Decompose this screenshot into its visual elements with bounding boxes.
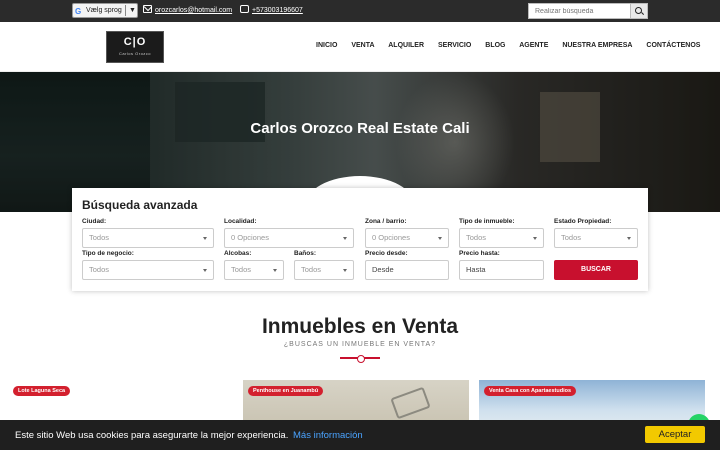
- accept-cookies-button[interactable]: Aceptar: [645, 426, 705, 443]
- site-search: [528, 3, 648, 19]
- language-selector[interactable]: G Vælg sprog ▼: [72, 3, 138, 18]
- search-icon[interactable]: [630, 4, 647, 18]
- tipo-inmueble-label: Tipo de inmueble:: [459, 218, 515, 225]
- logo-mark: C|O: [123, 36, 147, 48]
- property-badge: Penthouse en Juanambú: [248, 386, 324, 396]
- chevron-down-icon: ▼: [129, 7, 136, 14]
- section-subtitle: ¿BUSCAS UN INMUEBLE EN VENTA?: [283, 341, 437, 348]
- section-title: Inmuebles en Venta: [261, 315, 459, 338]
- top-bar: G Vælg sprog ▼ orozcarlos@hotmail.com +5…: [0, 0, 720, 22]
- google-g-icon: G: [75, 7, 82, 16]
- property-badge: Venta Casa con Apartaestudios: [484, 386, 577, 396]
- estado-label: Estado Propiedad:: [554, 218, 612, 225]
- zona-label: Zona / barrio:: [365, 218, 407, 225]
- header: C|O Carlos Orozco INICIO VENTA ALQUILER …: [0, 22, 720, 72]
- main-nav: INICIO VENTA ALQUILER SERVICIO BLOG AGEN…: [316, 42, 712, 49]
- ciudad-select[interactable]: Todos: [82, 228, 214, 248]
- phone-text: +573003196607: [252, 7, 303, 14]
- property-image-part: [390, 386, 431, 420]
- precio-desde-label: Precio desde:: [365, 250, 408, 257]
- property-badge: Lote Laguna Seca: [13, 386, 71, 396]
- email-link[interactable]: orozcarlos@hotmail.com: [143, 5, 232, 16]
- ciudad-label: Ciudad:: [82, 218, 107, 225]
- divider: [125, 5, 126, 16]
- whatsapp-icon: [240, 5, 249, 13]
- hero-title: Carlos Orozco Real Estate Cali: [250, 120, 470, 137]
- estado-select[interactable]: Todos: [554, 228, 638, 248]
- section-divider: [340, 355, 380, 363]
- language-label: Vælg sprog: [86, 7, 122, 14]
- nav-agente[interactable]: AGENTE: [519, 42, 548, 49]
- tipo-negocio-select[interactable]: Todos: [82, 260, 214, 280]
- nav-alquiler[interactable]: ALQUILER: [388, 42, 424, 49]
- tipo-inmueble-select[interactable]: Todos: [459, 228, 544, 248]
- nav-blog[interactable]: BLOG: [485, 42, 505, 49]
- search-input[interactable]: [529, 4, 631, 18]
- phone-link[interactable]: +573003196607: [240, 5, 303, 16]
- alcobas-label: Alcobas:: [224, 250, 252, 257]
- cookie-message: Este sitio Web usa cookies para asegurar…: [15, 430, 289, 441]
- advanced-search-title: Búsqueda avanzada: [82, 198, 198, 212]
- localidad-label: Localidad:: [224, 218, 257, 225]
- buscar-button[interactable]: BUSCAR: [554, 260, 638, 280]
- tipo-negocio-label: Tipo de negocio:: [82, 250, 134, 257]
- nav-contactenos[interactable]: CONTÁCTENOS: [646, 42, 700, 49]
- nav-inicio[interactable]: INICIO: [316, 42, 337, 49]
- more-info-link[interactable]: Más información: [293, 430, 363, 441]
- precio-desde-input[interactable]: Desde: [365, 260, 449, 280]
- zona-select[interactable]: 0 Opciones: [365, 228, 449, 248]
- cookie-text: Este sitio Web usa cookies para asegurar…: [15, 430, 363, 441]
- logo-subtitle: Carlos Orozco: [118, 51, 152, 56]
- precio-hasta-input[interactable]: Hasta: [459, 260, 544, 280]
- logo[interactable]: C|O Carlos Orozco: [106, 31, 164, 63]
- precio-hasta-label: Precio hasta:: [459, 250, 500, 257]
- nav-venta[interactable]: VENTA: [351, 42, 374, 49]
- localidad-select[interactable]: 0 Opciones: [224, 228, 354, 248]
- email-text: orozcarlos@hotmail.com: [155, 7, 233, 14]
- banos-select[interactable]: Todos: [294, 260, 354, 280]
- nav-servicio[interactable]: SERVICIO: [438, 42, 471, 49]
- alcobas-select[interactable]: Todos: [224, 260, 284, 280]
- banos-label: Baños:: [294, 250, 317, 257]
- cookie-banner: Este sitio Web usa cookies para asegurar…: [0, 420, 720, 450]
- nav-nuestra-empresa[interactable]: NUESTRA EMPRESA: [562, 42, 632, 49]
- envelope-icon: [143, 5, 152, 13]
- advanced-search-panel: Búsqueda avanzada Ciudad: Todos Localida…: [72, 188, 648, 291]
